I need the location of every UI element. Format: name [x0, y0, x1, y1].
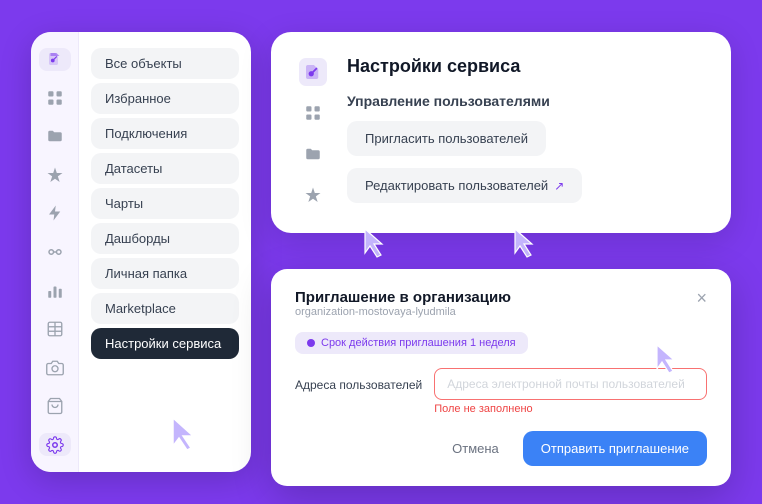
cancel-button[interactable]: Отмена	[438, 433, 513, 464]
cart-icon[interactable]	[39, 395, 71, 418]
email-error-text: Поле не заполнено	[434, 403, 707, 415]
settings-icon[interactable]	[39, 433, 71, 456]
service-card-content: Настройки сервиса Управление пользовател…	[347, 56, 703, 209]
right-area: Настройки сервиса Управление пользовател…	[271, 32, 731, 486]
camera-icon[interactable]	[39, 356, 71, 379]
sidebar-item-charts[interactable]: Чарты	[91, 188, 239, 219]
lightning-icon[interactable]	[39, 202, 71, 225]
dialog-title: Приглашение в организацию	[295, 289, 511, 306]
sidebar-panel: Все объекты Избранное Подключения Датасе…	[31, 32, 251, 472]
dialog-org-name: organization-mostovaya-lyudmila	[295, 306, 511, 318]
expiry-text: Срок действия приглашения 1 неделя	[321, 337, 516, 349]
sidebar-item-all-objects[interactable]: Все объекты	[91, 48, 239, 79]
sidebar-item-favorites[interactable]: Избранное	[91, 83, 239, 114]
logo-icon[interactable]	[39, 48, 71, 71]
expiry-dot	[307, 339, 315, 347]
chart-icon[interactable]	[39, 279, 71, 302]
invite-cursor-arrow	[361, 225, 391, 261]
invite-dialog: Приглашение в организацию organization-m…	[271, 269, 731, 486]
edit-users-button[interactable]: Редактировать пользователей ↗	[347, 168, 582, 203]
sidebar-item-datasets[interactable]: Датасеты	[91, 153, 239, 184]
email-form-row: Адреса пользователей Поле не заполнено	[295, 368, 707, 415]
grid-icon[interactable]	[39, 87, 71, 110]
sidebar-item-marketplace[interactable]: Marketplace	[91, 293, 239, 324]
dialog-close-button[interactable]: ×	[696, 289, 707, 307]
email-input-wrap: Поле не заполнено	[434, 368, 707, 415]
dialog-header: Приглашение в организацию organization-m…	[295, 289, 707, 328]
link-icon[interactable]	[39, 241, 71, 264]
user-management-buttons: Пригласить пользователей Редактировать п…	[347, 121, 703, 203]
star-icon[interactable]	[39, 164, 71, 187]
external-link-icon: ↗	[554, 179, 564, 193]
folder-icon[interactable]	[39, 125, 71, 148]
sidebar-nav: Все объекты Избранное Подключения Датасе…	[79, 32, 251, 472]
service-card-title: Настройки сервиса	[347, 56, 703, 77]
card-star-icon	[304, 186, 322, 209]
user-management-label: Управление пользователями	[347, 93, 703, 109]
card-icon-column	[299, 56, 327, 209]
sidebar-icons-column	[31, 32, 79, 472]
service-settings-card: Настройки сервиса Управление пользовател…	[271, 32, 731, 233]
dialog-title-block: Приглашение в организацию organization-m…	[295, 289, 511, 328]
card-grid-icon	[304, 104, 322, 127]
dialog-footer: Отмена Отправить приглашение	[295, 431, 707, 466]
card-folder-icon	[304, 145, 322, 168]
sidebar-item-dashboards[interactable]: Дашборды	[91, 223, 239, 254]
expiry-badge: Срок действия приглашения 1 неделя	[295, 332, 528, 354]
edit-cursor-arrow	[511, 225, 541, 261]
table-icon[interactable]	[39, 318, 71, 341]
send-invite-button[interactable]: Отправить приглашение	[523, 431, 707, 466]
email-label: Адреса пользователей	[295, 368, 422, 392]
email-input[interactable]	[434, 368, 707, 400]
sidebar-item-service-settings[interactable]: Настройки сервиса	[91, 328, 239, 359]
card-logo-icon	[299, 58, 327, 86]
sidebar-item-personal-folder[interactable]: Личная папка	[91, 258, 239, 289]
invite-users-button[interactable]: Пригласить пользователей	[347, 121, 546, 156]
sidebar-item-connections[interactable]: Подключения	[91, 118, 239, 149]
edit-users-label: Редактировать пользователей	[365, 178, 548, 193]
